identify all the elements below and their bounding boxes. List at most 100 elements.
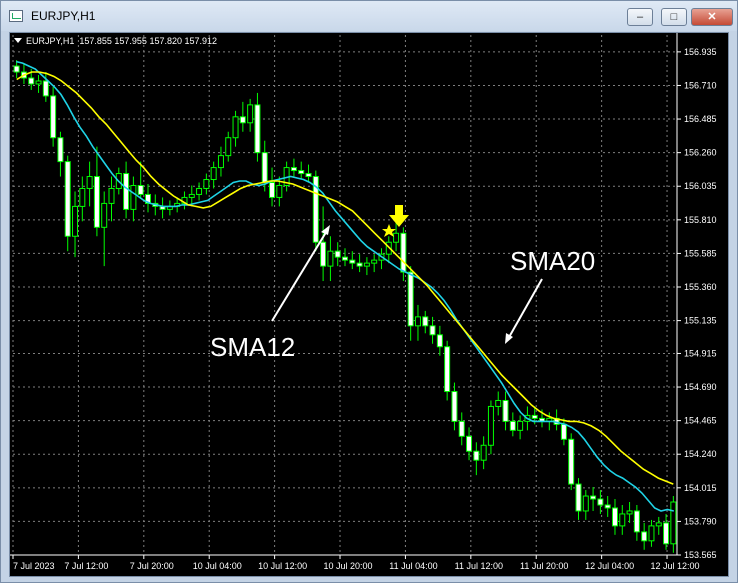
candle-body-bear — [560, 423, 567, 440]
x-tick-label: 11 Jul 20:00 — [520, 561, 568, 571]
candle-body-bull — [225, 137, 232, 157]
candle — [670, 496, 677, 553]
candle-body-bear — [342, 256, 348, 261]
candle-body-bear — [641, 531, 648, 542]
candle-body-bull — [495, 399, 502, 407]
candle-body-bear — [349, 259, 356, 264]
close-icon: ✕ — [707, 11, 717, 23]
candle-body-bull — [188, 193, 195, 198]
candle-body-bear — [509, 420, 516, 431]
candle-body-bear — [123, 173, 130, 210]
y-tick-label: 156.710 — [684, 80, 717, 90]
candle-body-bear — [590, 495, 597, 500]
candle-body-bull — [108, 187, 115, 204]
chart-symbol-header: EURJPY,H1 157.855 157.955 157.820 157.91… — [14, 36, 217, 46]
candle-body-bear — [320, 241, 327, 267]
maximize-icon: □ — [670, 11, 678, 23]
maximize-button[interactable]: □ — [661, 8, 687, 26]
candle-body-bear — [502, 399, 509, 422]
candle-body-bull — [86, 176, 93, 189]
candle-body-bear — [57, 137, 64, 163]
candle-body-bull — [203, 179, 210, 189]
minimize-button[interactable]: – — [627, 8, 653, 26]
chart-background — [10, 33, 728, 576]
y-tick-label: 156.260 — [684, 148, 717, 158]
candle-body-bull — [327, 250, 334, 267]
candle-body-bear — [597, 498, 604, 506]
candle-body-bear — [254, 104, 261, 154]
x-tick-label: 7 Jul 2023 — [13, 561, 55, 571]
candle-body-bull — [655, 522, 662, 527]
candle-body-bull — [210, 167, 217, 181]
candle-body-bull — [363, 262, 370, 267]
candle-body-bull — [582, 495, 589, 512]
candle-body-bull — [480, 444, 487, 461]
y-tick-label: 155.360 — [684, 282, 717, 292]
window-title: EURJPY,H1 — [31, 9, 96, 23]
candle-body-bull — [35, 80, 42, 85]
close-button[interactable]: ✕ — [691, 8, 733, 26]
collapse-triangle-icon[interactable] — [14, 38, 22, 43]
symbol-name: EURJPY,H1 — [26, 36, 75, 46]
sma20-label: SMA20 — [510, 246, 595, 276]
candle-body-bear — [568, 438, 575, 485]
candle-body-bull — [130, 184, 137, 210]
candle-body-bull — [487, 405, 494, 446]
candle-body-bear — [451, 391, 458, 422]
y-tick-label: 156.035 — [684, 181, 717, 191]
chart-area[interactable]: 156.935 156.710 156.485 156.260 156.035 155.8… — [9, 32, 729, 577]
candle-body-bear — [290, 167, 297, 172]
x-tick-label: 11 Jul 04:00 — [389, 561, 437, 571]
candle-body-bull — [648, 525, 655, 542]
y-tick-label: 155.585 — [684, 248, 717, 258]
y-tick-label: 154.465 — [684, 416, 717, 426]
y-tick-label: 153.565 — [684, 550, 717, 560]
candle-body-bear — [458, 420, 465, 437]
candle-body-bear — [611, 507, 618, 527]
x-tick-label: 7 Jul 12:00 — [64, 561, 108, 571]
x-tick-label: 12 Jul 04:00 — [585, 561, 634, 571]
y-tick-label: 153.790 — [684, 516, 717, 526]
candle-body-bull — [619, 513, 626, 527]
candle — [444, 340, 451, 401]
x-tick-label: 10 Jul 20:00 — [323, 561, 372, 571]
candle — [50, 86, 57, 147]
sma12-label: SMA12 — [210, 332, 295, 362]
candle — [568, 433, 575, 491]
candle-body-bear — [239, 116, 246, 124]
candle-body-bear — [407, 271, 414, 327]
candle-body-bear — [298, 170, 305, 175]
candle-body-bear — [42, 80, 49, 97]
candle-body-bull — [276, 184, 283, 198]
candle-body-bear — [305, 173, 312, 178]
candle-body-bull — [371, 259, 378, 264]
candle-body-bull — [517, 420, 524, 431]
candle-body-bear — [64, 161, 71, 237]
x-tick-label: 11 Jul 12:00 — [455, 561, 503, 571]
candle-body-bear — [531, 414, 538, 419]
y-tick-label: 156.935 — [684, 47, 717, 57]
candle-body-bear — [261, 152, 268, 184]
y-tick-label: 154.915 — [684, 348, 717, 358]
candle-body-bear — [28, 77, 35, 85]
candle-body-bear — [604, 504, 611, 509]
candle-body-bear — [466, 435, 473, 452]
candle-body-bear — [473, 450, 480, 461]
minimize-icon: – — [636, 11, 644, 23]
title-bar[interactable]: EURJPY,H1 – □ ✕ — [1, 1, 737, 31]
candle-body-bear — [50, 95, 57, 139]
y-tick-label: 155.810 — [684, 215, 717, 225]
candle-body-bear — [13, 65, 20, 73]
candle-body-bull — [217, 155, 224, 169]
y-tick-label: 154.015 — [684, 483, 717, 493]
candle-body-bear — [400, 232, 407, 273]
ohlc-values: 157.855 157.955 157.820 157.912 — [79, 36, 218, 46]
x-tick-label: 7 Jul 20:00 — [130, 561, 174, 571]
candle-body-bear — [633, 510, 640, 533]
candle-body-bull — [670, 501, 677, 545]
candle-body-bull — [232, 116, 239, 139]
price-chart[interactable]: 156.935 156.710 156.485 156.260 156.035 155.8… — [10, 33, 728, 576]
candle-body-bear — [334, 250, 341, 258]
candle-body-bear — [436, 334, 443, 348]
candle-body-bear — [663, 522, 670, 545]
